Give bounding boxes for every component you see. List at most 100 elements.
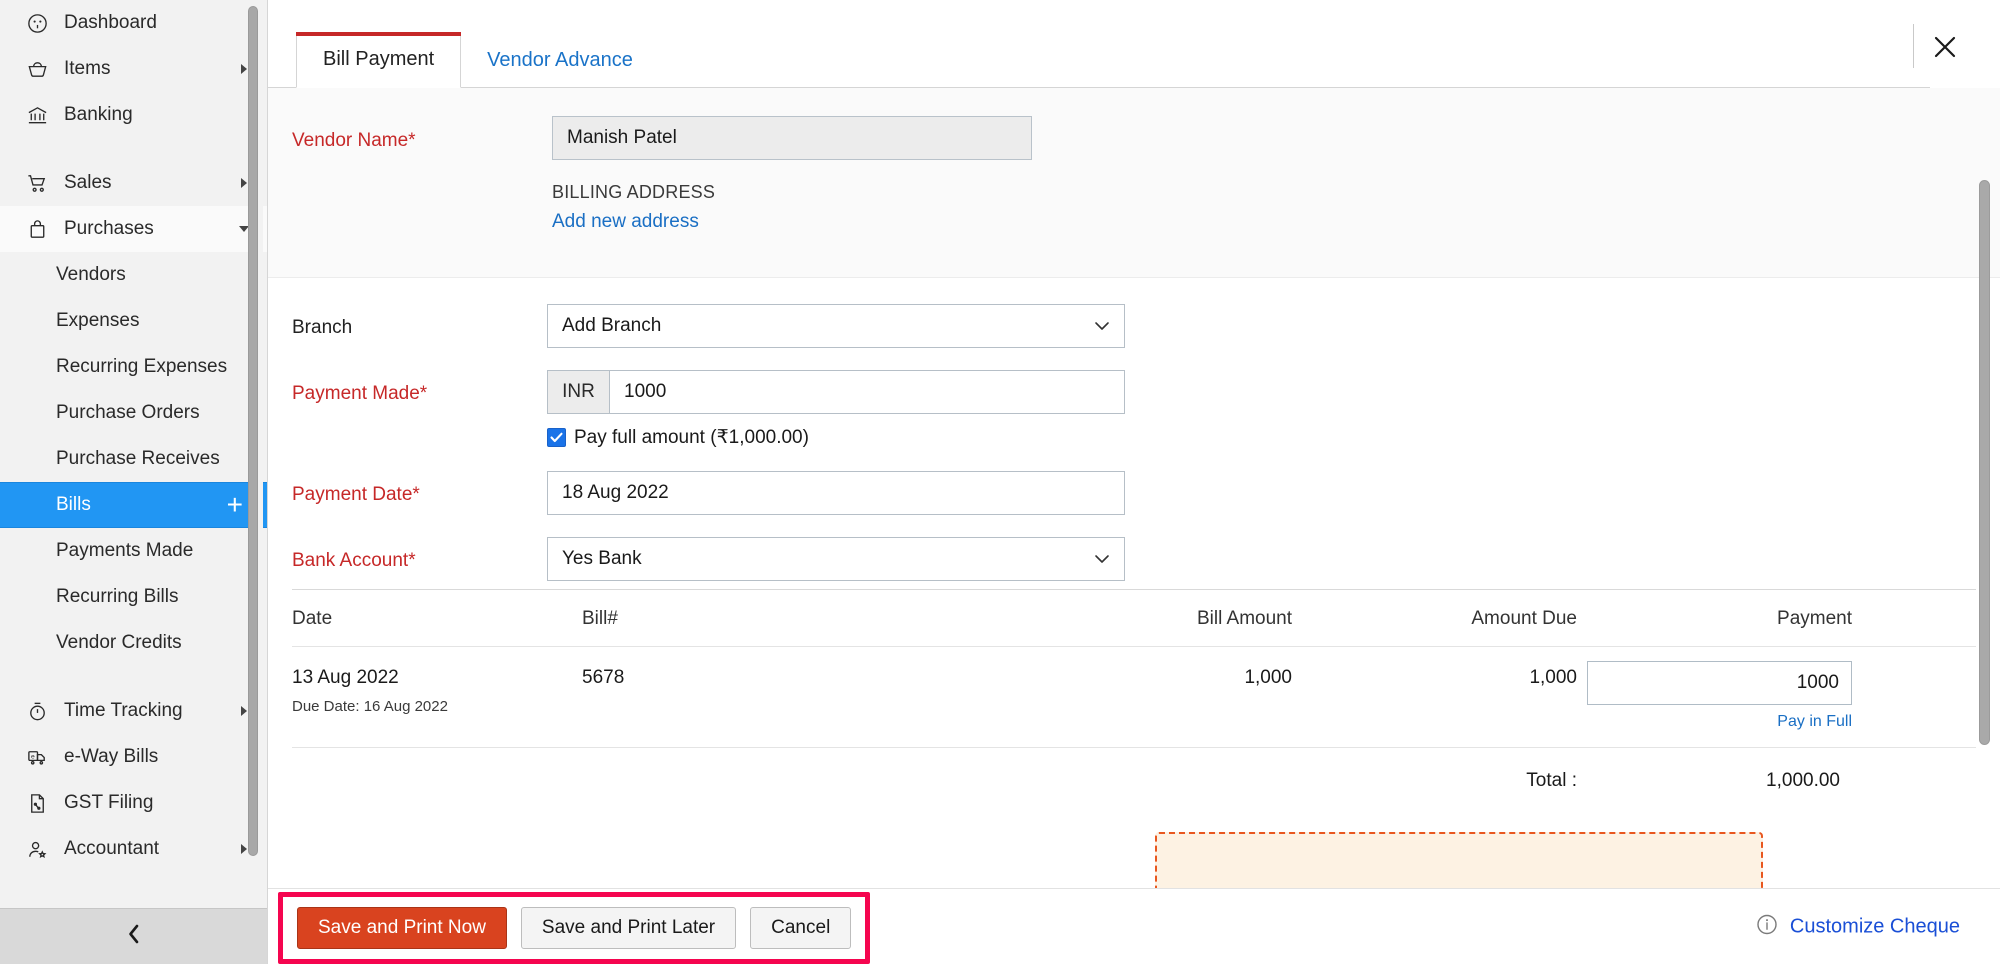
save-and-print-now-button[interactable]: Save and Print Now: [297, 907, 507, 949]
cell-amount-due: 1,000: [1292, 647, 1577, 689]
sidebar-item-label: Sales: [64, 172, 237, 194]
payment-made-input[interactable]: 1000: [609, 370, 1125, 414]
sidebar-item-bills[interactable]: Bills +: [0, 482, 267, 528]
sidebar-collapse-button[interactable]: [0, 908, 267, 964]
add-new-address-link[interactable]: Add new address: [552, 211, 1032, 233]
payment-made-label: Payment Made*: [292, 370, 547, 405]
table-header: Date Bill# Bill Amount Amount Due Paymen…: [292, 590, 1976, 647]
sidebar-item-vendors[interactable]: Vendors: [0, 252, 267, 298]
vendor-section: Vendor Name* Manish Patel BILLING ADDRES…: [268, 88, 2000, 278]
payment-date-input[interactable]: 18 Aug 2022: [547, 471, 1125, 515]
branch-select[interactable]: Add Branch: [547, 304, 1125, 348]
bank-account-select[interactable]: Yes Bank: [547, 537, 1125, 581]
sidebar-item-purchase-orders[interactable]: Purchase Orders: [0, 390, 267, 436]
branch-row: Branch Add Branch: [292, 304, 2000, 348]
close-icon[interactable]: [1928, 30, 1962, 64]
sidebar-item-items[interactable]: Items: [0, 46, 267, 92]
chevron-down-icon: [1094, 315, 1110, 337]
bank-account-row: Bank Account* Yes Bank: [292, 537, 2000, 581]
sidebar-subitem-label: Purchase Receives: [56, 448, 253, 470]
sidebar-subitem-label: Vendors: [56, 264, 253, 286]
sidebar-subitem-label: Recurring Expenses: [56, 356, 253, 378]
app-root: Dashboard Items: [0, 0, 2000, 964]
sidebar-item-purchases[interactable]: Purchases: [0, 206, 267, 252]
sidebar-subitem-label: Expenses: [56, 310, 253, 332]
gst-doc-icon: [22, 791, 52, 815]
sidebar-item-gst-filing[interactable]: GST Filing: [0, 780, 267, 826]
form-scrollbar-track[interactable]: [1982, 88, 1996, 814]
cheque-preview-placeholder: [1155, 832, 1763, 888]
sidebar-item-label: Accountant: [64, 838, 237, 860]
sidebar-scrollbar-thumb[interactable]: [248, 6, 258, 856]
sidebar-item-dashboard[interactable]: Dashboard: [0, 0, 267, 46]
sidebar-scroll-area: Dashboard Items: [0, 0, 267, 908]
sidebar-item-recurring-bills[interactable]: Recurring Bills: [0, 574, 267, 620]
payment-date-row: Payment Date* 18 Aug 2022: [292, 471, 2000, 515]
header-divider: [1913, 24, 1914, 68]
sidebar-scrollbar-track[interactable]: [251, 0, 263, 908]
save-and-print-later-button[interactable]: Save and Print Later: [521, 907, 736, 949]
sidebar-item-vendor-credits[interactable]: Vendor Credits: [0, 620, 267, 666]
sidebar-item-sales[interactable]: Sales: [0, 160, 267, 206]
sidebar-item-label: Dashboard: [64, 12, 237, 34]
cell-date: 13 Aug 2022 Due Date: 16 Aug 2022: [292, 647, 582, 715]
pay-full-amount-label[interactable]: Pay full amount (₹1,000.00): [574, 426, 809, 449]
bills-table: Date Bill# Bill Amount Amount Due Paymen…: [292, 589, 1976, 810]
vendor-name-input[interactable]: Manish Patel: [552, 116, 1032, 160]
topbar: Bill Payment Vendor Advance: [268, 0, 2000, 88]
sidebar-item-label: GST Filing: [64, 792, 237, 814]
tab-label: Bill Payment: [323, 48, 434, 71]
sidebar-subitem-label: Purchase Orders: [56, 402, 253, 424]
customize-cheque-link[interactable]: Customize Cheque: [1756, 913, 1960, 940]
column-header-payment: Payment: [1577, 590, 1852, 646]
tab-vendor-advance[interactable]: Vendor Advance: [461, 32, 659, 88]
customize-cheque-label: Customize Cheque: [1790, 915, 1960, 938]
column-header-date: Date: [292, 590, 582, 646]
sidebar-item-banking[interactable]: Banking: [0, 92, 267, 138]
currency-prefix: INR: [547, 370, 609, 414]
chevron-left-icon: [126, 923, 142, 950]
sidebar-item-label: e-Way Bills: [64, 746, 237, 768]
form-scrollbar-thumb[interactable]: [1979, 180, 1990, 745]
sidebar-item-time-tracking[interactable]: Time Tracking: [0, 688, 267, 734]
sidebar-item-expenses[interactable]: Expenses: [0, 298, 267, 344]
table-row: 13 Aug 2022 Due Date: 16 Aug 2022 5678 1…: [292, 647, 1976, 748]
table-header-row: Date Bill# Bill Amount Amount Due Paymen…: [292, 590, 1976, 646]
timer-icon: [22, 699, 52, 723]
total-row: Total : 1,000.00: [292, 748, 1976, 810]
sidebar-item-label: Banking: [64, 104, 237, 126]
payment-date-label: Payment Date*: [292, 471, 547, 506]
sidebar-subitem-label: Payments Made: [56, 540, 253, 562]
pay-in-full-link[interactable]: Pay in Full: [1577, 713, 1852, 731]
basket-icon: [22, 57, 52, 81]
sidebar-item-eway-bills[interactable]: e e-Way Bills: [0, 734, 267, 780]
cell-payment: 1000 Pay in Full: [1577, 647, 1852, 731]
sidebar: Dashboard Items: [0, 0, 268, 964]
tab-bill-payment[interactable]: Bill Payment: [296, 32, 461, 88]
sidebar-item-accountant[interactable]: Accountant: [0, 826, 267, 872]
vendor-name-label: Vendor Name*: [292, 116, 552, 152]
total-label: Total :: [1292, 770, 1577, 792]
payment-made-control: INR 1000: [547, 370, 1125, 414]
footer-action-bar: Save and Print Now Save and Print Later …: [268, 888, 2000, 964]
payment-amount-input[interactable]: 1000: [1587, 661, 1852, 705]
sidebar-item-purchase-receives[interactable]: Purchase Receives: [0, 436, 267, 482]
sidebar-subitem-label: Recurring Bills: [56, 586, 253, 608]
branch-value: Add Branch: [562, 315, 661, 337]
sidebar-item-label: Time Tracking: [64, 700, 237, 722]
cell-bill-number: 5678: [582, 647, 1032, 689]
sidebar-item-label: Purchases: [64, 218, 237, 240]
total-value: 1,000.00: [1577, 770, 1852, 792]
cart-icon: [22, 171, 52, 195]
sidebar-item-payments-made[interactable]: Payments Made: [0, 528, 267, 574]
bank-icon: [22, 103, 52, 127]
gauge-icon: [22, 11, 52, 35]
billing-address-block: BILLING ADDRESS Add new address: [552, 182, 1032, 233]
sidebar-item-recurring-expenses[interactable]: Recurring Expenses: [0, 344, 267, 390]
pay-full-amount-checkbox[interactable]: [547, 428, 566, 447]
action-buttons-highlight: Save and Print Now Save and Print Later …: [278, 892, 870, 964]
branch-label: Branch: [292, 304, 547, 339]
svg-text:e: e: [30, 753, 34, 760]
cancel-button[interactable]: Cancel: [750, 907, 851, 949]
sidebar-primary-group: Dashboard Items: [0, 0, 267, 872]
